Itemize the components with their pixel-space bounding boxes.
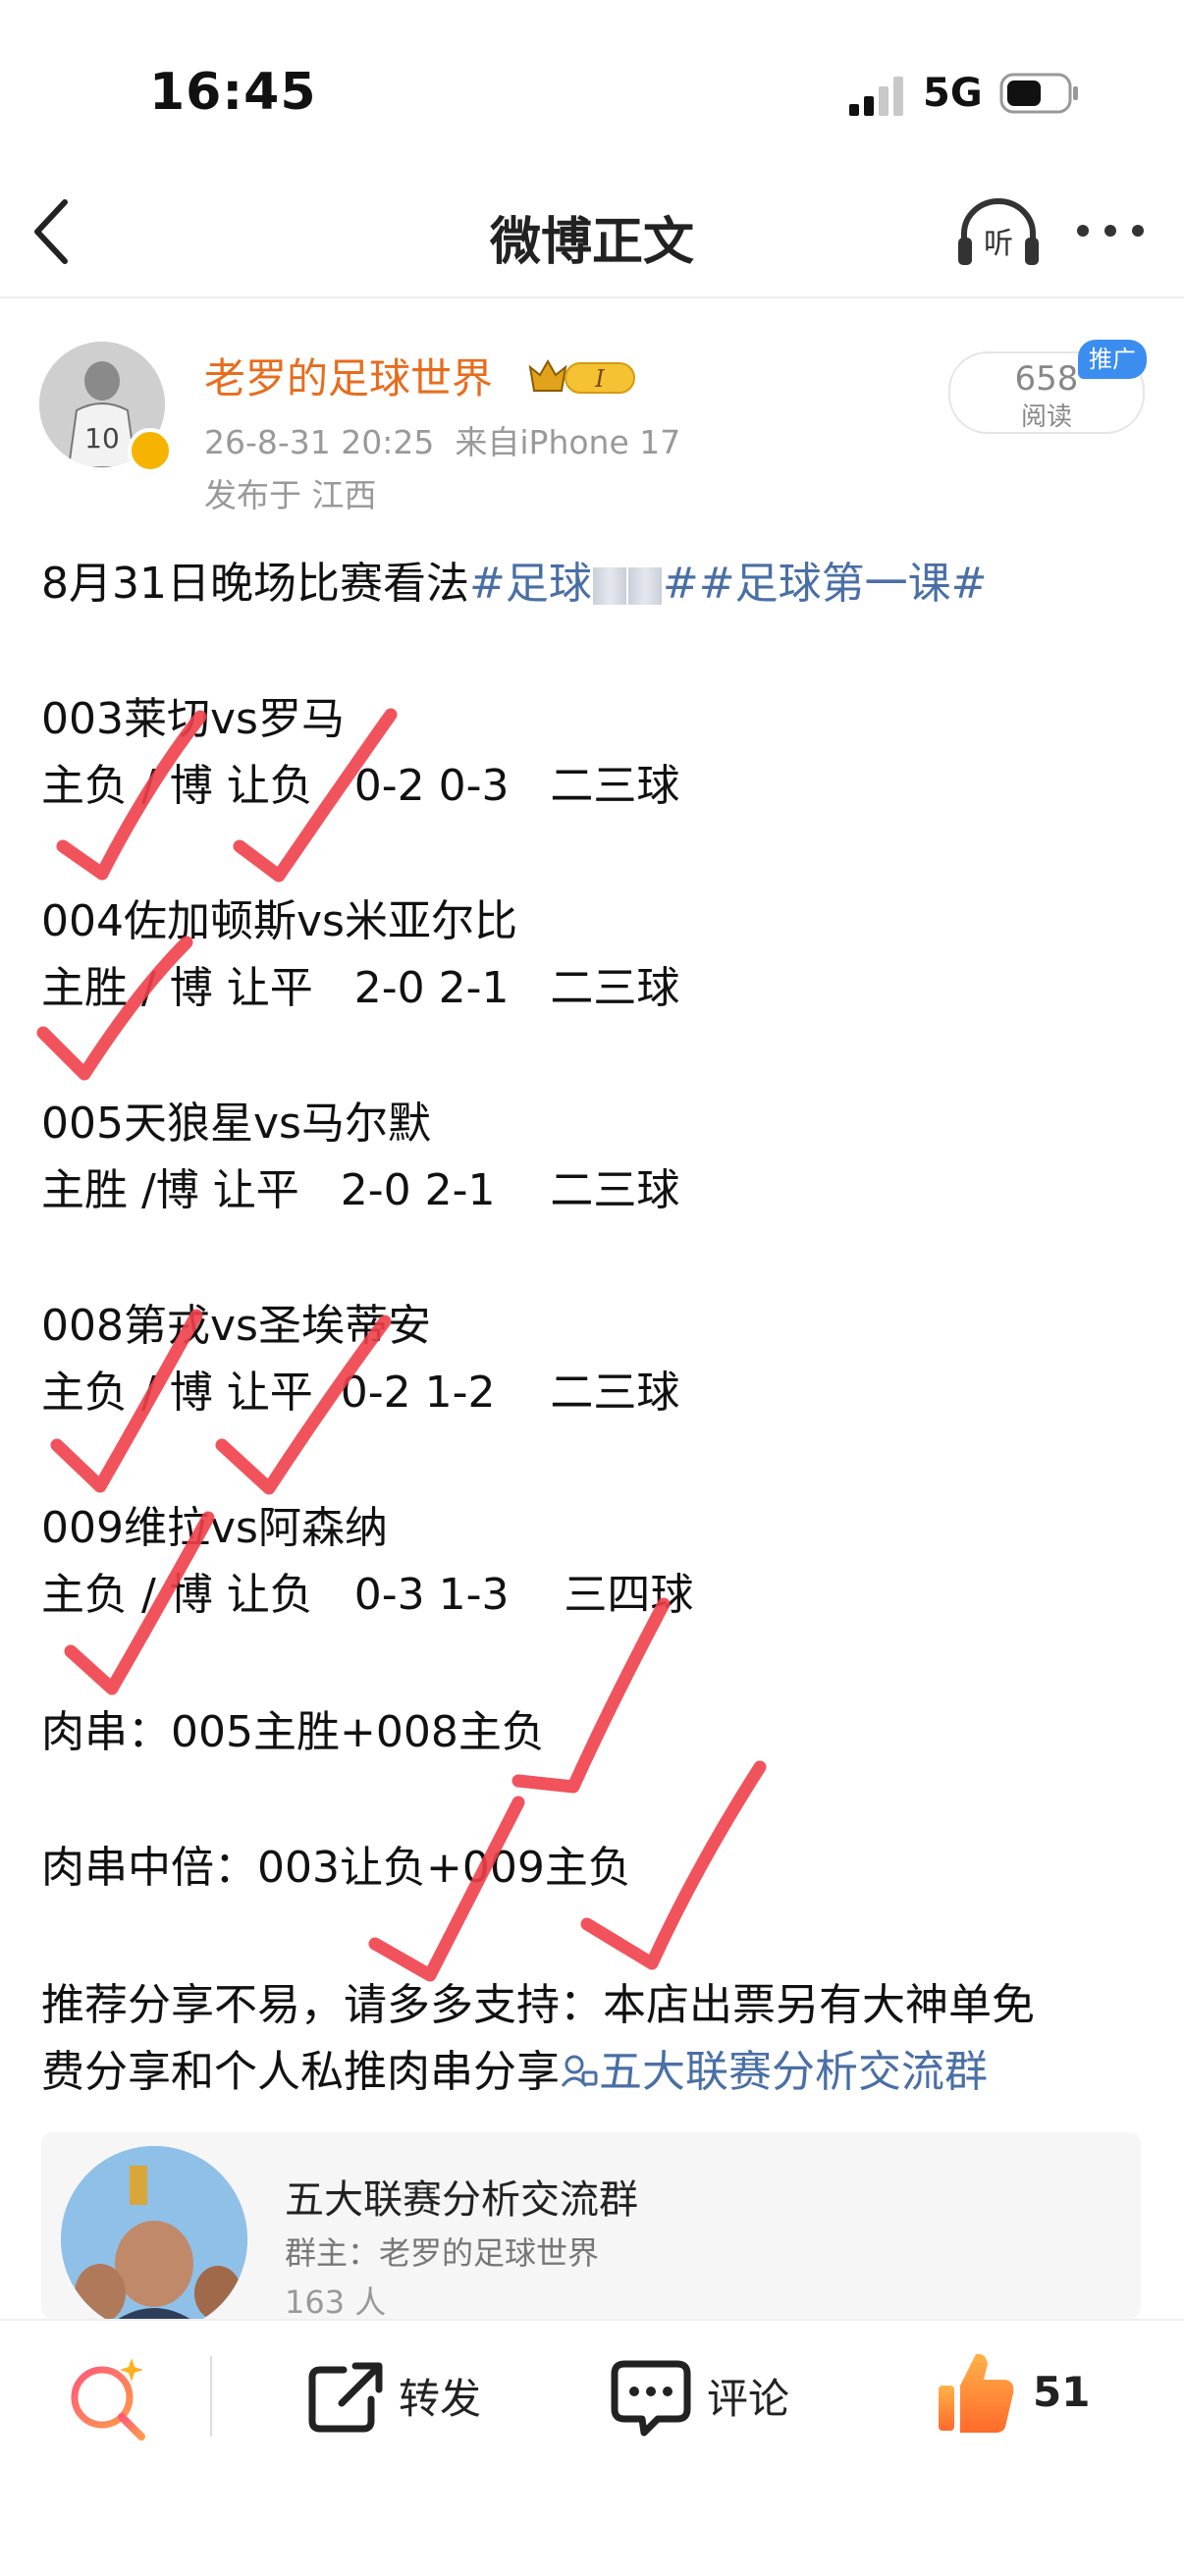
like-count[interactable]: 51 <box>1033 2368 1090 2416</box>
match-004-pick: 主胜 / 博 让平 2-0 2-1 二三球 <box>41 963 680 1013</box>
topic-link-football[interactable]: #足球 # <box>469 559 699 609</box>
post-meta: 26-8-31 20:25 来自iPhone 17 <box>204 416 680 463</box>
match-009-title: 009维拉vs阿森纳 <box>41 1503 388 1553</box>
group-name: 五大联赛分析交流群 <box>285 2177 638 2223</box>
share-line-2: 费分享和个人私推肉串分享 五大联赛分析交流群 <box>41 2036 988 2099</box>
promo-badge: 推广 <box>1078 340 1147 379</box>
match-005-pick: 主胜 /博 让平 2-0 2-1 二三球 <box>41 1165 680 1215</box>
svg-text:听: 听 <box>984 227 1013 261</box>
network-type: 5G <box>923 71 983 116</box>
vip-level: I <box>594 365 605 393</box>
group-link-icon <box>561 2055 598 2087</box>
repost-button[interactable]: 转发 <box>399 2366 481 2426</box>
match-008-title: 008第戎vs圣埃蒂安 <box>41 1301 431 1351</box>
ai-search-icon[interactable] <box>65 2354 153 2442</box>
reads-label: 阅读 <box>1020 402 1072 432</box>
svg-text:10: 10 <box>84 422 120 455</box>
vip-crown-icon[interactable]: I <box>526 353 640 401</box>
action-divider <box>210 2356 212 2437</box>
verified-badge-icon <box>128 428 173 473</box>
parlay-line: 肉串：005主胜+008主负 <box>41 1707 545 1757</box>
more-icon[interactable] <box>1076 224 1145 238</box>
group-card-image <box>61 2146 247 2319</box>
like-thumb-icon[interactable] <box>935 2348 1017 2437</box>
share-line-1: 推荐分享不易，请多多支持：本店出票另有大神单免 <box>41 1980 1035 2030</box>
signal-icon <box>849 77 903 116</box>
post-source: 来自iPhone 17 <box>455 423 681 461</box>
group-card[interactable]: 五大联赛分析交流群 群主：老罗的足球世界 163 人 <box>41 2132 1141 2319</box>
share-text: 费分享和个人私推肉串分享 <box>41 2047 560 2097</box>
group-owner: 群主：老罗的足球世界 <box>285 2234 600 2272</box>
match-008-pick: 主负 / 博 让平 0-2 1-2 二三球 <box>41 1368 680 1418</box>
match-005-title: 005天狼星vs马尔默 <box>41 1099 431 1149</box>
comment-icon[interactable] <box>611 2358 691 2439</box>
blurred-emoji <box>592 567 626 605</box>
match-009-pick: 主负 / 博 让负 0-3 1-3 三四球 <box>41 1570 694 1620</box>
post-location: 发布于 江西 <box>204 476 377 514</box>
match-003-title: 003莱切vs罗马 <box>41 694 345 744</box>
repost-icon[interactable] <box>306 2360 385 2435</box>
match-003-pick: 主负 / 博 让负 0-2 0-3 二三球 <box>41 761 680 811</box>
battery-icon <box>999 73 1078 114</box>
match-004-title: 004佐加顿斯vs米亚尔比 <box>41 896 517 946</box>
author-name[interactable]: 老罗的足球世界 <box>204 346 493 405</box>
intro-text: 8月31日晚场比赛看法 <box>41 559 469 609</box>
group-link[interactable]: 五大联赛分析交流群 <box>560 2047 988 2097</box>
parlay-mid-line: 肉串中倍：003让负+009主负 <box>41 1843 631 1893</box>
nav-divider <box>0 296 1184 298</box>
post-date: 26-8-31 20:25 <box>204 423 435 461</box>
topic-link-lesson[interactable]: #足球第一课# <box>699 559 988 609</box>
status-time: 16:45 <box>149 63 317 122</box>
post-intro: 8月31日晚场比赛看法#足球 ##足球第一课# <box>41 548 987 611</box>
blurred-emoji <box>627 567 662 605</box>
comment-button[interactable]: 评论 <box>707 2366 789 2426</box>
check-mark <box>511 1597 671 1794</box>
group-member-count: 163 人 <box>285 2283 387 2319</box>
listen-icon[interactable]: 听 <box>954 194 1043 271</box>
